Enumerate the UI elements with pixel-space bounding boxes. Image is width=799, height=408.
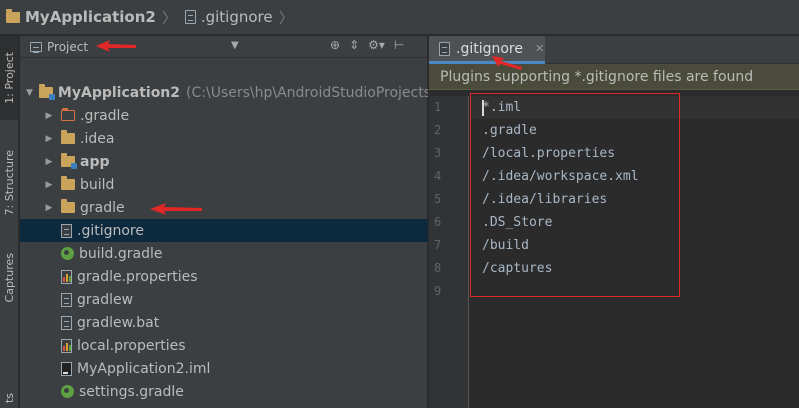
tree-item-label: .gradle bbox=[80, 107, 130, 124]
tree-item-settings-gradle[interactable]: settings.gradle bbox=[20, 380, 428, 403]
tree-item-gitignore[interactable]: .gitignore bbox=[20, 219, 428, 242]
hide-panel-icon[interactable]: ⊢ bbox=[394, 38, 404, 52]
tab-captures-label: Captures bbox=[3, 253, 16, 303]
editor-tab-bar: .gitignore ✕ bbox=[429, 36, 799, 64]
tree-item-label: .idea bbox=[80, 130, 115, 147]
tab-other[interactable]: ts bbox=[0, 388, 19, 408]
properties-icon bbox=[61, 338, 72, 353]
annotation-arrow-icon bbox=[150, 203, 202, 215]
tree-item-gradle-properties[interactable]: gradle.properties bbox=[20, 265, 428, 288]
chevron-right-icon[interactable]: ▶ bbox=[43, 111, 55, 121]
tab-captures[interactable]: Captures bbox=[0, 242, 19, 314]
chevron-right-icon[interactable]: ▶ bbox=[43, 203, 55, 213]
collapse-all-icon[interactable]: ⇕ bbox=[349, 38, 359, 52]
tab-structure[interactable]: 7: Structure bbox=[0, 128, 19, 238]
locate-icon[interactable]: ⊕ bbox=[330, 38, 340, 52]
chevron-down-icon[interactable]: ▼ bbox=[231, 40, 239, 51]
tree-item-idea[interactable]: ▶ .idea bbox=[20, 127, 428, 150]
line-number: 6 bbox=[434, 215, 442, 229]
tree-item-local-properties[interactable]: local.properties bbox=[20, 334, 428, 357]
tool-window-strip: 1: Project 7: Structure Captures ts bbox=[0, 36, 19, 408]
project-view-icon bbox=[30, 41, 42, 53]
editor-tab-gitignore[interactable]: .gitignore ✕ bbox=[429, 36, 545, 64]
tree-item-label: MyApplication2.iml bbox=[77, 360, 211, 377]
folder-icon bbox=[61, 130, 75, 144]
tree-item-gradlew-bat[interactable]: gradlew.bat bbox=[20, 311, 428, 334]
excluded-folder-icon bbox=[61, 108, 75, 121]
tree-item-label: .gitignore bbox=[77, 222, 144, 239]
tree-item-path: (C:\Users\hp\AndroidStudioProjects\M bbox=[186, 84, 428, 101]
tree-item-label: MyApplication2 bbox=[57, 84, 181, 101]
file-icon bbox=[61, 223, 72, 238]
tree-item-label: build bbox=[80, 176, 115, 193]
chevron-right-icon[interactable]: ▶ bbox=[43, 180, 55, 190]
module-folder-icon bbox=[38, 84, 55, 100]
breadcrumb-project-label: MyApplication2 bbox=[25, 8, 156, 26]
tree-item-build-gradle[interactable]: build.gradle bbox=[20, 242, 428, 265]
file-icon bbox=[61, 315, 72, 330]
file-icon bbox=[439, 41, 450, 56]
project-panel-title[interactable]: Project bbox=[47, 40, 88, 54]
navigation-breadcrumb: MyApplication2 〉 .gitignore 〉 bbox=[0, 0, 799, 35]
line-number-gutter: 1 2 3 4 5 6 7 8 9 bbox=[429, 96, 469, 408]
folder-icon bbox=[6, 8, 20, 23]
tree-item-label: gradlew bbox=[77, 291, 134, 308]
tree-item-label: gradle.properties bbox=[77, 268, 198, 285]
project-panel-header: Project ▼ ⊕ ⇕ ⚙▾ ⊢ bbox=[20, 36, 427, 58]
tree-item-myapplication2-iml[interactable]: MyApplication2.iml bbox=[20, 357, 428, 380]
line-number: 1 bbox=[434, 100, 442, 114]
project-panel: Project ▼ ⊕ ⇕ ⚙▾ ⊢ ▼ MyApplication2 (C:\Us… bbox=[20, 36, 428, 408]
breadcrumb-project[interactable]: MyApplication2 bbox=[6, 8, 156, 26]
tree-item-gradlew[interactable]: gradlew bbox=[20, 288, 428, 311]
file-icon bbox=[61, 292, 72, 307]
tab-structure-label: 7: Structure bbox=[3, 150, 16, 216]
chevron-right-icon[interactable]: ▶ bbox=[43, 134, 55, 144]
breadcrumb-separator-icon: 〉 bbox=[161, 8, 177, 27]
tree-item-label: gradle bbox=[80, 199, 125, 216]
gradle-icon bbox=[61, 385, 74, 398]
line-number: 7 bbox=[434, 238, 442, 252]
properties-icon bbox=[61, 269, 72, 284]
close-icon[interactable]: ✕ bbox=[535, 42, 544, 55]
line-number: 4 bbox=[434, 169, 442, 183]
tree-item-myapplication2[interactable]: ▼ MyApplication2 (C:\Users\hp\AndroidStudi… bbox=[20, 81, 428, 104]
line-number: 5 bbox=[434, 192, 442, 206]
folder-icon bbox=[61, 176, 75, 190]
banner-text: Plugins supporting *.gitignore files are… bbox=[440, 68, 754, 85]
gear-icon[interactable]: ⚙▾ bbox=[368, 38, 385, 52]
line-number: 8 bbox=[434, 261, 442, 275]
annotation-arrow-icon bbox=[96, 40, 136, 52]
tab-project[interactable]: 1: Project bbox=[0, 36, 19, 120]
tab-other-label: ts bbox=[3, 392, 16, 404]
folder-icon bbox=[61, 199, 75, 213]
tree-item-gradle[interactable]: ▶ .gradle bbox=[20, 104, 428, 127]
tree-item-label: gradlew.bat bbox=[77, 314, 160, 331]
line-number: 9 bbox=[434, 284, 442, 298]
tree-item-label: app bbox=[80, 153, 110, 170]
iml-icon bbox=[61, 361, 72, 376]
tree-item-build[interactable]: ▶ build bbox=[20, 173, 428, 196]
file-icon bbox=[184, 10, 196, 24]
chevron-right-icon[interactable]: ▶ bbox=[43, 157, 55, 167]
line-number: 3 bbox=[434, 146, 442, 160]
tree-item-app[interactable]: ▶ app bbox=[20, 150, 428, 173]
breadcrumb-file-label: .gitignore bbox=[200, 8, 273, 26]
line-number: 2 bbox=[434, 123, 442, 137]
project-panel-toolbar: ⊕ ⇕ ⚙▾ ⊢ bbox=[330, 38, 404, 52]
gradle-icon bbox=[61, 247, 74, 260]
annotation-box bbox=[470, 93, 680, 297]
tree-item-gradle[interactable]: ▶ gradle bbox=[20, 196, 428, 219]
tree-item-label: settings.gradle bbox=[79, 383, 184, 400]
chevron-down-icon[interactable]: ▼ bbox=[26, 88, 33, 98]
tab-project-label: 1: Project bbox=[3, 52, 16, 104]
plugin-notification-banner[interactable]: Plugins supporting *.gitignore files are… bbox=[429, 64, 799, 90]
tree-item-label: build.gradle bbox=[79, 245, 163, 262]
breadcrumb-file[interactable]: .gitignore bbox=[184, 8, 273, 26]
module-folder-icon bbox=[61, 153, 77, 169]
tree-item-external-libraries[interactable]: ▶External Libraries bbox=[20, 403, 428, 408]
breadcrumb-separator-icon: 〉 bbox=[278, 8, 294, 27]
annotation-arrow-icon bbox=[492, 56, 522, 70]
tree-item-label: local.properties bbox=[77, 337, 186, 354]
